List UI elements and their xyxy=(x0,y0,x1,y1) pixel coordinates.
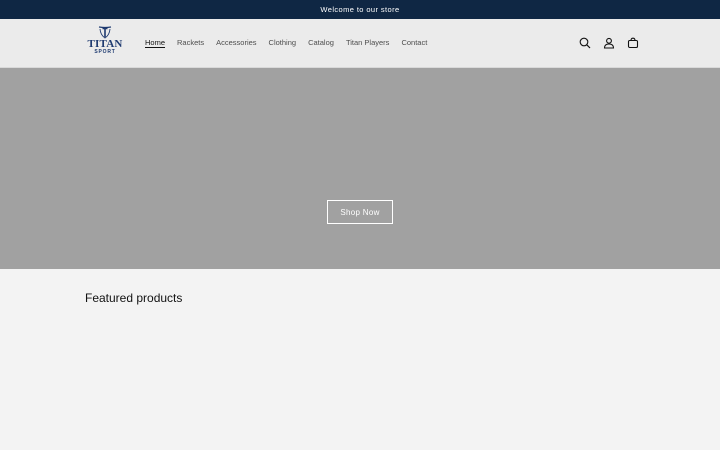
announcement-text: Welcome to our store xyxy=(320,5,400,14)
featured-products-heading: Featured products xyxy=(85,291,183,305)
nav-titan-players[interactable]: Titan Players xyxy=(346,38,390,47)
nav-home[interactable]: Home xyxy=(145,38,165,47)
announcement-bar: Welcome to our store xyxy=(0,0,720,19)
account-icon[interactable] xyxy=(602,35,616,51)
search-icon[interactable] xyxy=(578,35,592,51)
hero-banner: Shop Now xyxy=(0,68,720,269)
cart-icon[interactable] xyxy=(626,35,640,51)
main-nav: Home Rackets Accessories Clothing Catalo… xyxy=(145,38,439,47)
logo-subtitle: SPORT xyxy=(94,49,116,55)
logo[interactable]: TITAN SPORT xyxy=(87,26,123,60)
logo-wordmark: TITAN xyxy=(87,38,123,50)
nav-rackets[interactable]: Rackets xyxy=(177,38,204,47)
site-header: TITAN SPORT Home Rackets Accessories Clo… xyxy=(0,19,720,68)
nav-accessories[interactable]: Accessories xyxy=(216,38,256,47)
nav-contact[interactable]: Contact xyxy=(401,38,427,47)
header-icons xyxy=(578,35,640,51)
shop-now-button[interactable]: Shop Now xyxy=(327,200,393,224)
nav-clothing[interactable]: Clothing xyxy=(269,38,297,47)
nav-catalog[interactable]: Catalog xyxy=(308,38,334,47)
